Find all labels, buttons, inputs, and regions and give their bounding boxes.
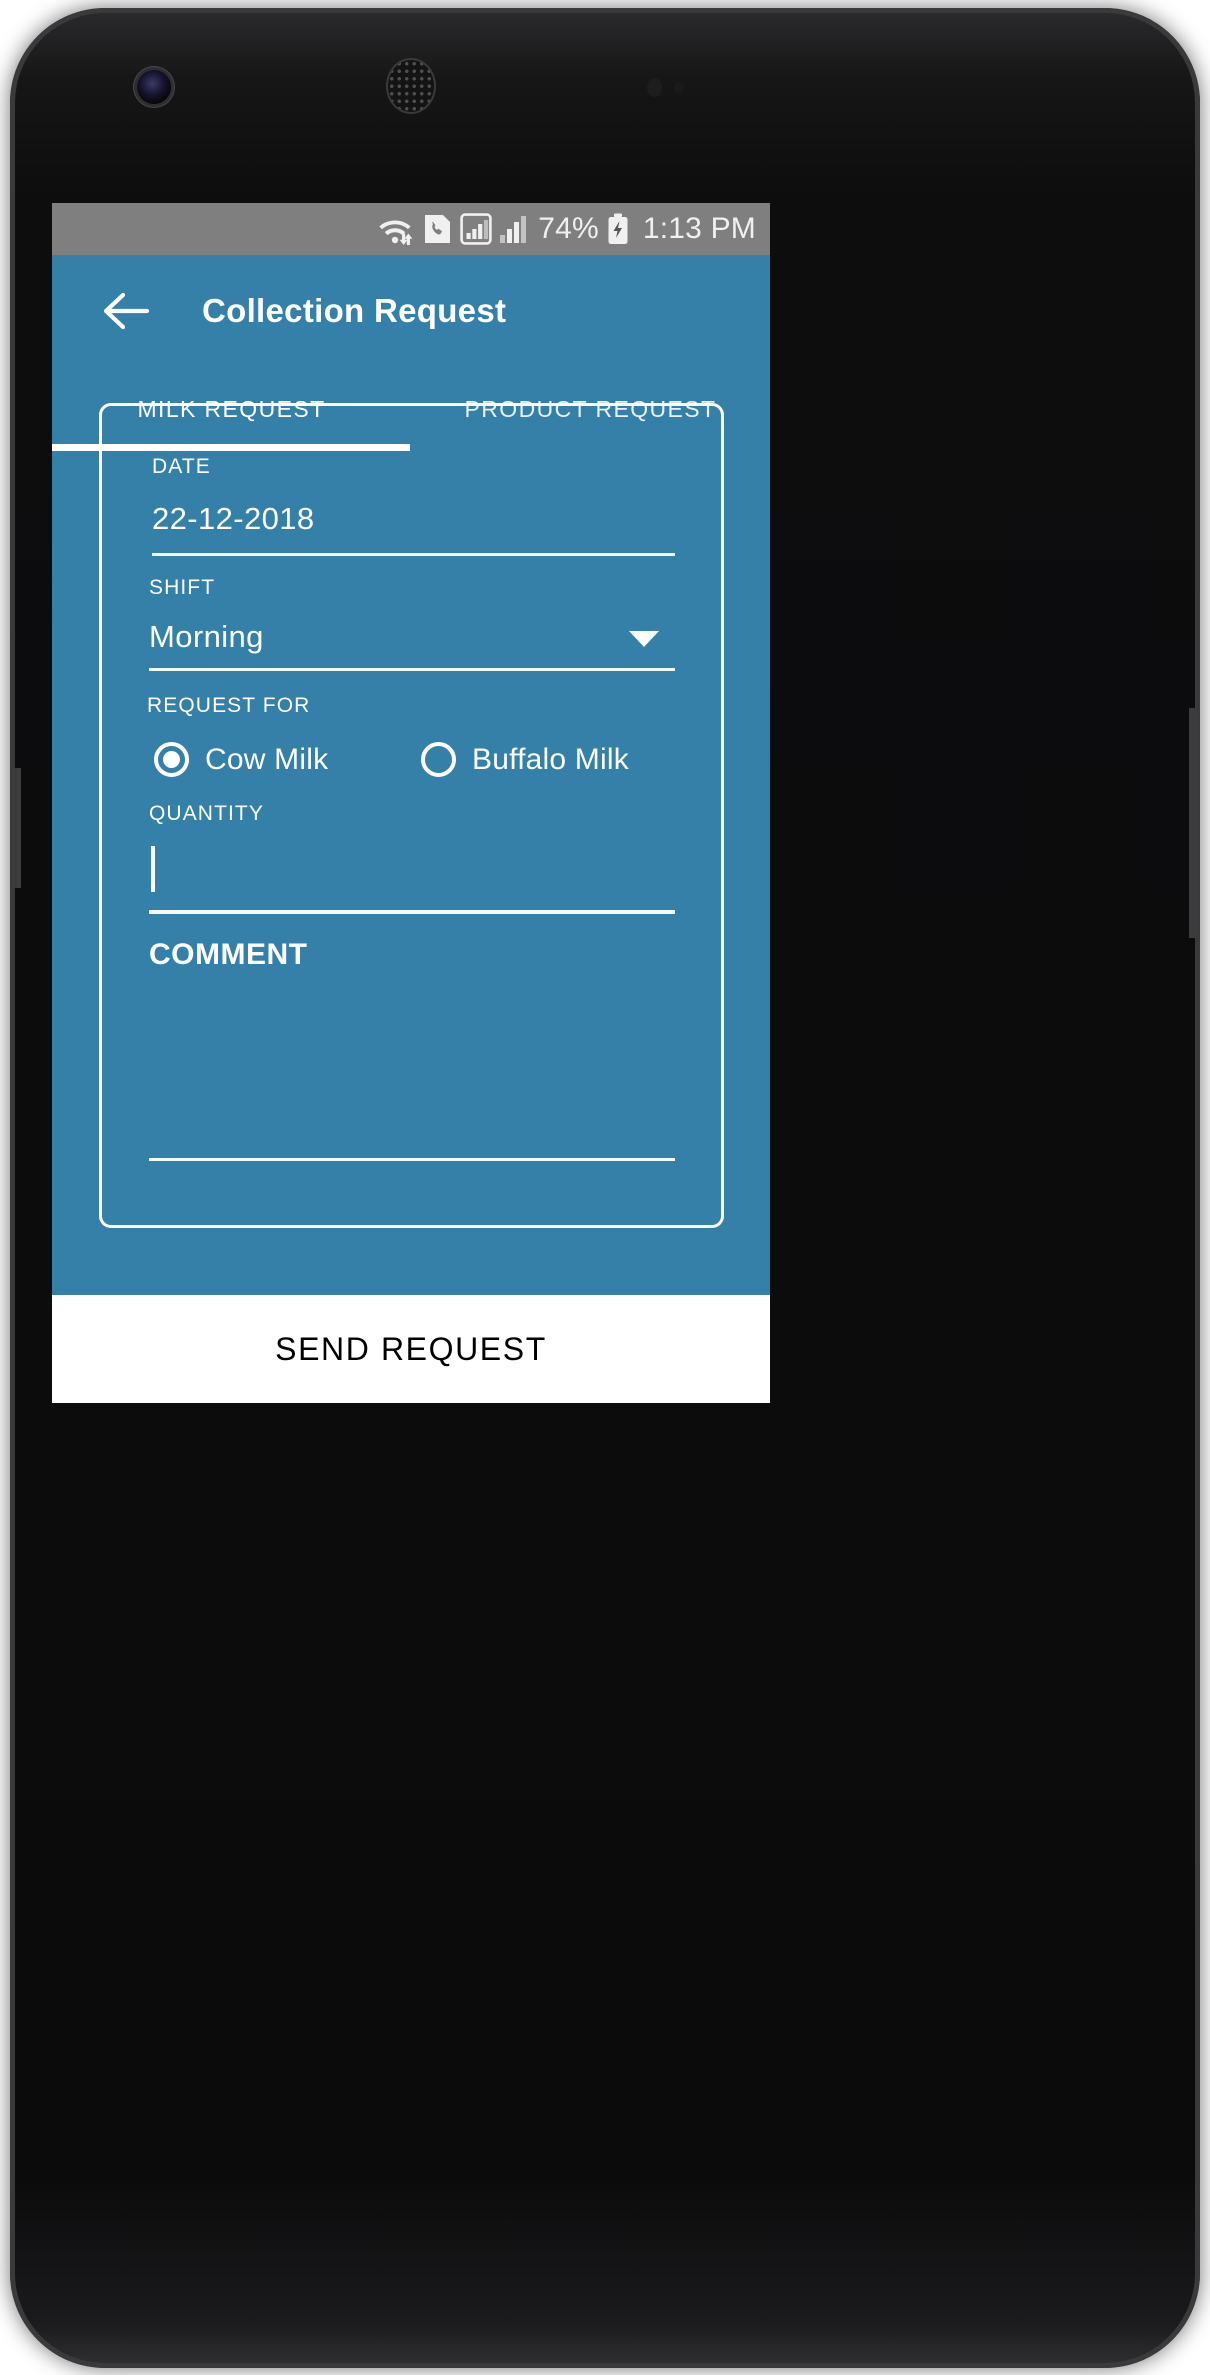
signal-bars-boxed-icon <box>460 213 492 245</box>
proximity-sensor-icon <box>647 78 662 97</box>
phone-body: 74% 1:13 PM Collection Request MILK REQU… <box>10 8 1200 2368</box>
radio-option-buffalo-milk[interactable]: Buffalo Milk <box>421 742 629 777</box>
radio-option-cow-milk[interactable]: Cow Milk <box>147 742 421 777</box>
battery-charging-icon <box>608 213 628 244</box>
comment-input[interactable] <box>149 972 675 1158</box>
shift-underline <box>149 668 675 671</box>
battery-percent-label: 74% <box>538 212 599 245</box>
date-field[interactable]: DATE 22-12-2018 <box>152 455 675 556</box>
date-value: 22-12-2018 <box>152 501 315 536</box>
date-underline <box>152 553 675 556</box>
comment-label: COMMENT <box>149 938 308 971</box>
send-request-button[interactable]: SEND REQUEST <box>52 1295 770 1403</box>
chevron-down-icon[interactable] <box>629 631 659 647</box>
radio-buffalo-milk-icon[interactable] <box>421 742 456 777</box>
back-arrow-icon[interactable] <box>98 284 152 338</box>
app-bar: Collection Request <box>52 255 770 367</box>
comment-underline <box>149 1158 675 1161</box>
text-caret <box>151 846 155 892</box>
status-clock: 1:13 PM <box>642 212 756 245</box>
shift-value: Morning <box>149 619 264 654</box>
radio-cow-milk-icon[interactable] <box>154 742 189 777</box>
send-request-label: SEND REQUEST <box>275 1330 547 1367</box>
quantity-input[interactable] <box>149 838 675 910</box>
phone-screen: 74% 1:13 PM Collection Request MILK REQU… <box>52 203 770 1403</box>
phone-call-icon <box>425 215 451 243</box>
power-button[interactable] <box>1189 708 1198 938</box>
radio-cow-milk-label: Cow Milk <box>205 742 329 776</box>
front-camera-icon <box>137 70 171 104</box>
quantity-label: QUANTITY <box>149 802 264 825</box>
radio-buffalo-milk-label: Buffalo Milk <box>472 742 629 776</box>
collection-request-form-card: DATE 22-12-2018 SHIFT Morning REQUEST FO… <box>99 403 724 1228</box>
phone-frame: 74% 1:13 PM Collection Request MILK REQU… <box>0 0 1210 2375</box>
quantity-underline <box>149 910 675 914</box>
wifi-transfer-icon <box>379 220 413 245</box>
shift-field[interactable]: SHIFT Morning <box>149 576 675 671</box>
date-label: DATE <box>152 455 211 478</box>
request-for-label: REQUEST FOR <box>147 694 311 717</box>
page-title: Collection Request <box>202 292 507 329</box>
earpiece-speaker-icon <box>388 60 434 112</box>
light-sensor-icon <box>674 82 684 93</box>
comment-field[interactable]: COMMENT <box>149 938 675 1161</box>
request-for-field: REQUEST FOR Cow Milk Buffalo Milk <box>147 694 687 777</box>
volume-button[interactable] <box>12 768 21 888</box>
quantity-field[interactable]: QUANTITY <box>149 802 675 914</box>
shift-select-row[interactable]: Morning <box>149 619 675 655</box>
status-bar: 74% 1:13 PM <box>52 203 770 255</box>
request-for-radio-group: Cow Milk Buffalo Milk <box>147 742 687 777</box>
shift-label: SHIFT <box>149 576 216 599</box>
signal-bars-icon <box>500 216 527 243</box>
